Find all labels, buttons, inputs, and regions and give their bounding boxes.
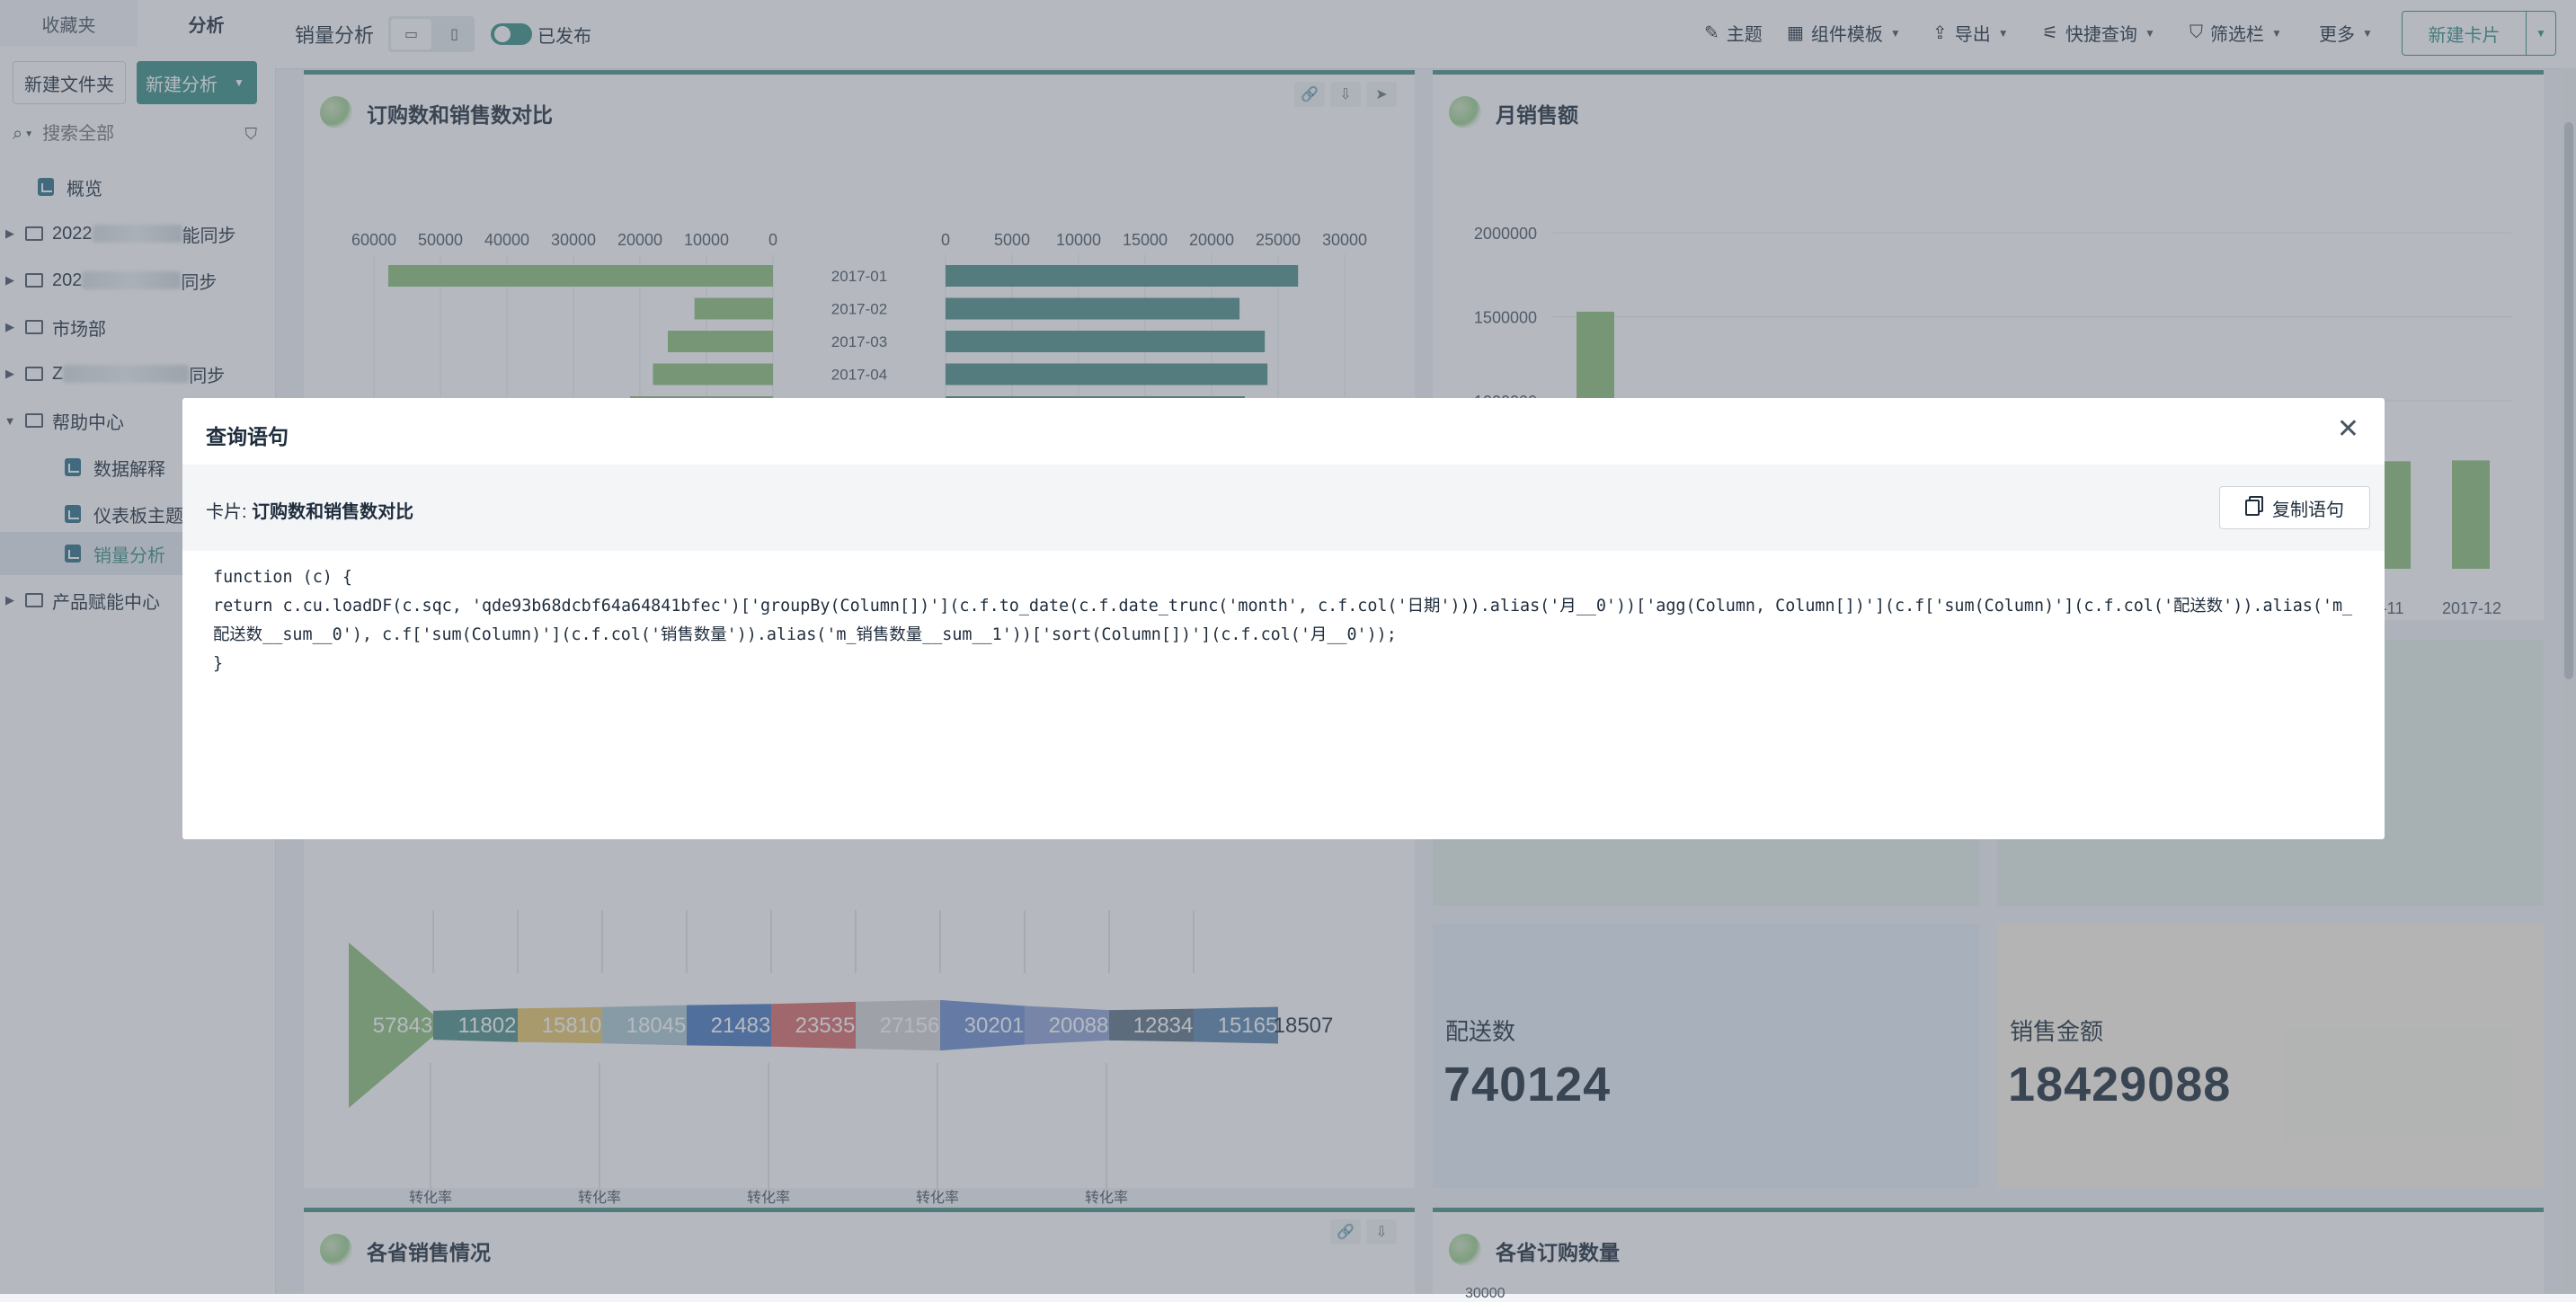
copy-icon: [2245, 500, 2260, 516]
copy-label: 复制语句: [2272, 500, 2344, 520]
query-code: function (c) { return c.cu.loadDF(c.sqc,…: [213, 568, 2353, 673]
card-prefix: 卡片:: [206, 502, 247, 522]
query-statement-dialog: 查询语句 ✕ 卡片: 订购数和销售数对比 复制语句 function (c) {…: [182, 398, 2385, 839]
dialog-card-info: 卡片: 订购数和销售数对比 复制语句: [182, 465, 2385, 551]
card-name-label: 卡片: 订购数和销售数对比: [206, 497, 413, 523]
dialog-title: 查询语句: [206, 425, 289, 448]
card-name: 订购数和销售数对比: [252, 502, 414, 522]
close-icon[interactable]: ✕: [2337, 416, 2359, 443]
copy-statement-button[interactable]: 复制语句: [2219, 486, 2370, 529]
